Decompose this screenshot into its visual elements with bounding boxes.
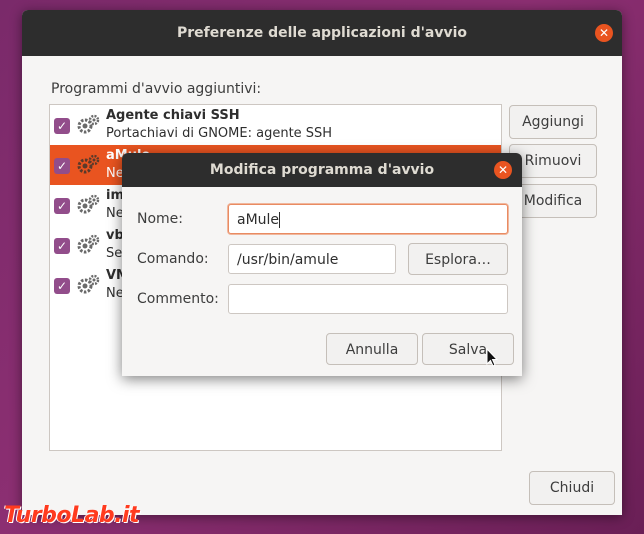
gear-icon bbox=[77, 234, 100, 254]
name-value: aMule bbox=[237, 212, 280, 228]
checkbox-icon[interactable]: ✓ bbox=[54, 198, 70, 214]
window-titlebar: Preferenze delle applicazioni d'avvio ✕ bbox=[22, 10, 622, 56]
close-button[interactable]: Chiudi bbox=[529, 471, 615, 505]
cancel-button[interactable]: Annulla bbox=[326, 333, 418, 365]
edit-button[interactable]: Modifica bbox=[509, 184, 597, 218]
dialog-title: Modifica programma d'avvio bbox=[209, 162, 435, 178]
add-button[interactable]: Aggiungi bbox=[509, 105, 597, 139]
comment-field[interactable] bbox=[228, 284, 508, 314]
text-caret bbox=[279, 212, 281, 228]
name-field[interactable]: aMule bbox=[228, 204, 508, 234]
remove-button[interactable]: Rimuovi bbox=[509, 144, 597, 178]
checkbox-icon[interactable]: ✓ bbox=[54, 118, 70, 134]
program-name: Agente chiavi SSH bbox=[106, 108, 240, 123]
gear-icon bbox=[77, 194, 100, 214]
command-label: Comando: bbox=[137, 251, 209, 267]
checkbox-icon[interactable]: ✓ bbox=[54, 238, 70, 254]
dialog-titlebar: Modifica programma d'avvio ✕ bbox=[122, 153, 522, 187]
window-close-icon[interactable]: ✕ bbox=[595, 24, 613, 42]
list-item[interactable]: ✓ Agente chiavi SSH Portachiavi di GNOME… bbox=[50, 105, 501, 145]
gear-icon bbox=[77, 114, 100, 134]
gear-icon bbox=[77, 154, 100, 174]
checkbox-icon[interactable]: ✓ bbox=[54, 158, 70, 174]
save-button[interactable]: Salva bbox=[422, 333, 514, 365]
command-field[interactable]: /usr/bin/amule bbox=[228, 244, 396, 274]
name-label: Nome: bbox=[137, 211, 184, 227]
comment-label: Commento: bbox=[137, 291, 219, 307]
watermark-logo: TurboLab.it bbox=[4, 503, 140, 528]
edit-startup-program-dialog: Modifica programma d'avvio ✕ Nome: aMule… bbox=[122, 153, 522, 376]
dialog-close-icon[interactable]: ✕ bbox=[494, 161, 512, 179]
command-value: /usr/bin/amule bbox=[237, 252, 339, 268]
section-label: Programmi d'avvio aggiuntivi: bbox=[51, 81, 262, 97]
program-description: Portachiavi di GNOME: agente SSH bbox=[106, 126, 333, 141]
window-title: Preferenze delle applicazioni d'avvio bbox=[176, 25, 468, 41]
browse-button[interactable]: Esplora… bbox=[408, 243, 508, 275]
checkbox-icon[interactable]: ✓ bbox=[54, 278, 70, 294]
gear-icon bbox=[77, 274, 100, 294]
program-description: Se bbox=[106, 246, 123, 261]
mouse-pointer-icon bbox=[486, 348, 498, 367]
